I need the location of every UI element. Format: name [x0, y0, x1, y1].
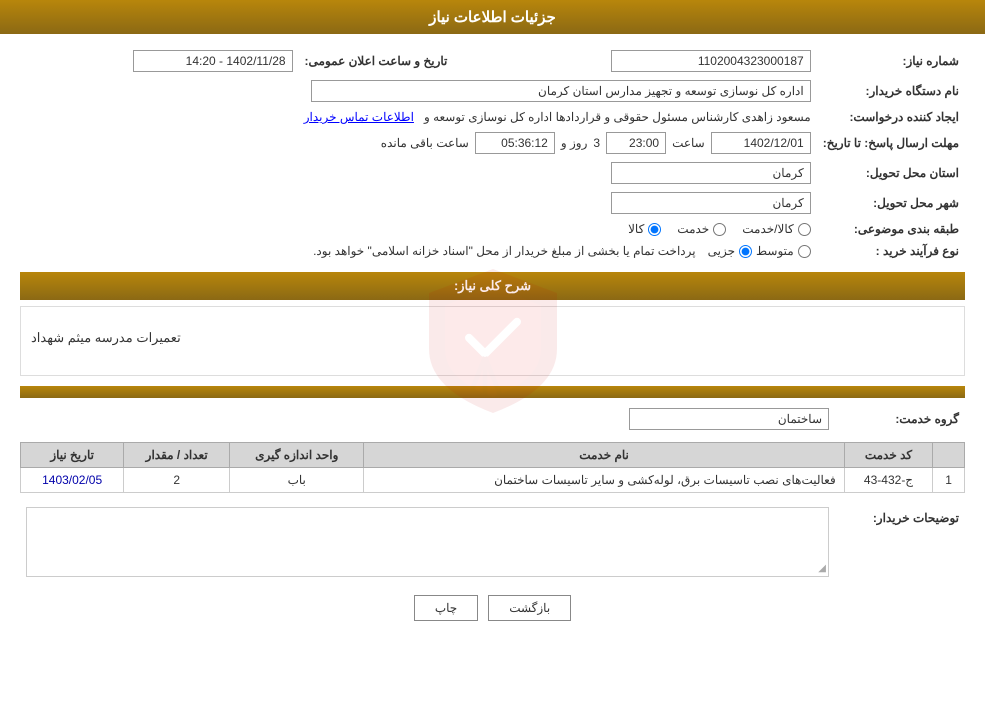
info-table: شماره نیاز: 1102004323000187 تاریخ و ساع… [20, 46, 965, 262]
cell-row: 1 [933, 468, 965, 493]
services-table-header: کد خدمت نام خدمت واحد اندازه گیری تعداد … [21, 443, 965, 468]
creator-contact-link[interactable]: اطلاعات تماس خریدار [304, 110, 414, 124]
category-label: طبقه بندی موضوعی: [817, 218, 965, 240]
province-label: استان محل تحویل: [817, 158, 965, 188]
city-value: کرمان [20, 188, 817, 218]
province-row: استان محل تحویل: کرمان [20, 158, 965, 188]
cell-unit: باب [230, 468, 364, 493]
col-code: کد خدمت [844, 443, 933, 468]
radio-motovaset: متوسط [756, 244, 811, 258]
radio-kala-khedmat: کالا/خدمت [742, 222, 810, 236]
deadline-row: مهلت ارسال پاسخ: تا تاریخ: 1402/12/01 سا… [20, 128, 965, 158]
radio-khedmat: خدمت [677, 222, 726, 236]
description-text: تعمیرات مدرسه میثم شهداد [31, 330, 181, 346]
radio-kala-input[interactable] [648, 223, 661, 236]
radio-kala-khedmat-input[interactable] [798, 223, 811, 236]
city-row: شهر محل تحویل: کرمان [20, 188, 965, 218]
radio-khedmat-input[interactable] [713, 223, 726, 236]
need-number-label: شماره نیاز: [817, 46, 965, 76]
services-table: کد خدمت نام خدمت واحد اندازه گیری تعداد … [20, 442, 965, 493]
radio-jazzi-input[interactable] [739, 245, 752, 258]
need-number-value: 1102004323000187 [473, 46, 816, 76]
category-radios: کالا/خدمت خدمت کالا [20, 218, 817, 240]
cell-code: ج-432-43 [844, 468, 933, 493]
col-unit: واحد اندازه گیری [230, 443, 364, 468]
buyer-notes-box: ◢ [26, 507, 829, 577]
service-group-label: گروه خدمت: [835, 404, 965, 434]
table-row: 1 ج-432-43 فعالیت‌های نصب تاسیسات برق، ل… [21, 468, 965, 493]
buyer-notes-row: توضیحات خریدار: ◢ [20, 503, 965, 581]
print-button[interactable]: چاپ [414, 595, 478, 621]
deadline-label: مهلت ارسال پاسخ: تا تاریخ: [817, 128, 965, 158]
date-value: 1402/11/28 - 14:20 [20, 46, 299, 76]
province-value: کرمان [20, 158, 817, 188]
buyer-notes-label: توضیحات خریدار: [835, 503, 965, 581]
need-number-row: شماره نیاز: 1102004323000187 تاریخ و ساع… [20, 46, 965, 76]
purchase-type-label: نوع فرآیند خرید : [817, 240, 965, 262]
cell-count: 2 [124, 468, 230, 493]
cell-name: فعالیت‌های نصب تاسیسات برق، لوله‌کشی و س… [364, 468, 844, 493]
col-row [933, 443, 965, 468]
radio-motovaset-input[interactable] [798, 245, 811, 258]
buyer-notes-table: توضیحات خریدار: ◢ [20, 503, 965, 581]
date-label: تاریخ و ساعت اعلان عمومی: [299, 46, 454, 76]
radio-kala: کالا [628, 222, 661, 236]
buyer-notes-value: ◢ [20, 503, 835, 581]
back-button[interactable]: بازگشت [488, 595, 571, 621]
city-label: شهر محل تحویل: [817, 188, 965, 218]
buyer-org-label: نام دستگاه خریدار: [817, 76, 965, 106]
purchase-type-value: متوسط جزیی پرداخت تمام یا بخشی از مبلغ خ… [20, 240, 817, 262]
purchase-type-row: نوع فرآیند خرید : متوسط جزیی پرداخت تمام… [20, 240, 965, 262]
creator-value: مسعود زاهدی کارشناس مسئول حقوقی و قراردا… [20, 106, 817, 128]
col-date: تاریخ نیاز [21, 443, 124, 468]
content-area: شماره نیاز: 1102004323000187 تاریخ و ساع… [0, 34, 985, 633]
deadline-value: 1402/12/01 ساعت 23:00 3 روز و 05:36:12 س… [20, 128, 817, 158]
creator-label: ایجاد کننده درخواست: [817, 106, 965, 128]
page-title: جزئیات اطلاعات نیاز [0, 0, 985, 34]
col-name: نام خدمت [364, 443, 844, 468]
col-count: تعداد / مقدار [124, 443, 230, 468]
cell-date: 1403/02/05 [21, 468, 124, 493]
buyer-org-row: نام دستگاه خریدار: اداره کل نوسازی توسعه… [20, 76, 965, 106]
category-radio-group: کالا/خدمت خدمت کالا [26, 222, 811, 236]
description-section: تعمیرات مدرسه میثم شهداد [20, 306, 965, 376]
creator-row: ایجاد کننده درخواست: مسعود زاهدی کارشناس… [20, 106, 965, 128]
page-container: جزئیات اطلاعات نیاز شماره نیاز: 11020043… [0, 0, 985, 703]
buttons-row: بازگشت چاپ [20, 595, 965, 621]
buyer-org-value: اداره کل نوسازی توسعه و تجهیز مدارس استا… [20, 76, 817, 106]
deadline-datetime: 1402/12/01 ساعت 23:00 3 روز و 05:36:12 س… [26, 132, 811, 154]
radio-jazzi: جزیی [708, 244, 752, 258]
category-row: طبقه بندی موضوعی: کالا/خدمت خدمت [20, 218, 965, 240]
